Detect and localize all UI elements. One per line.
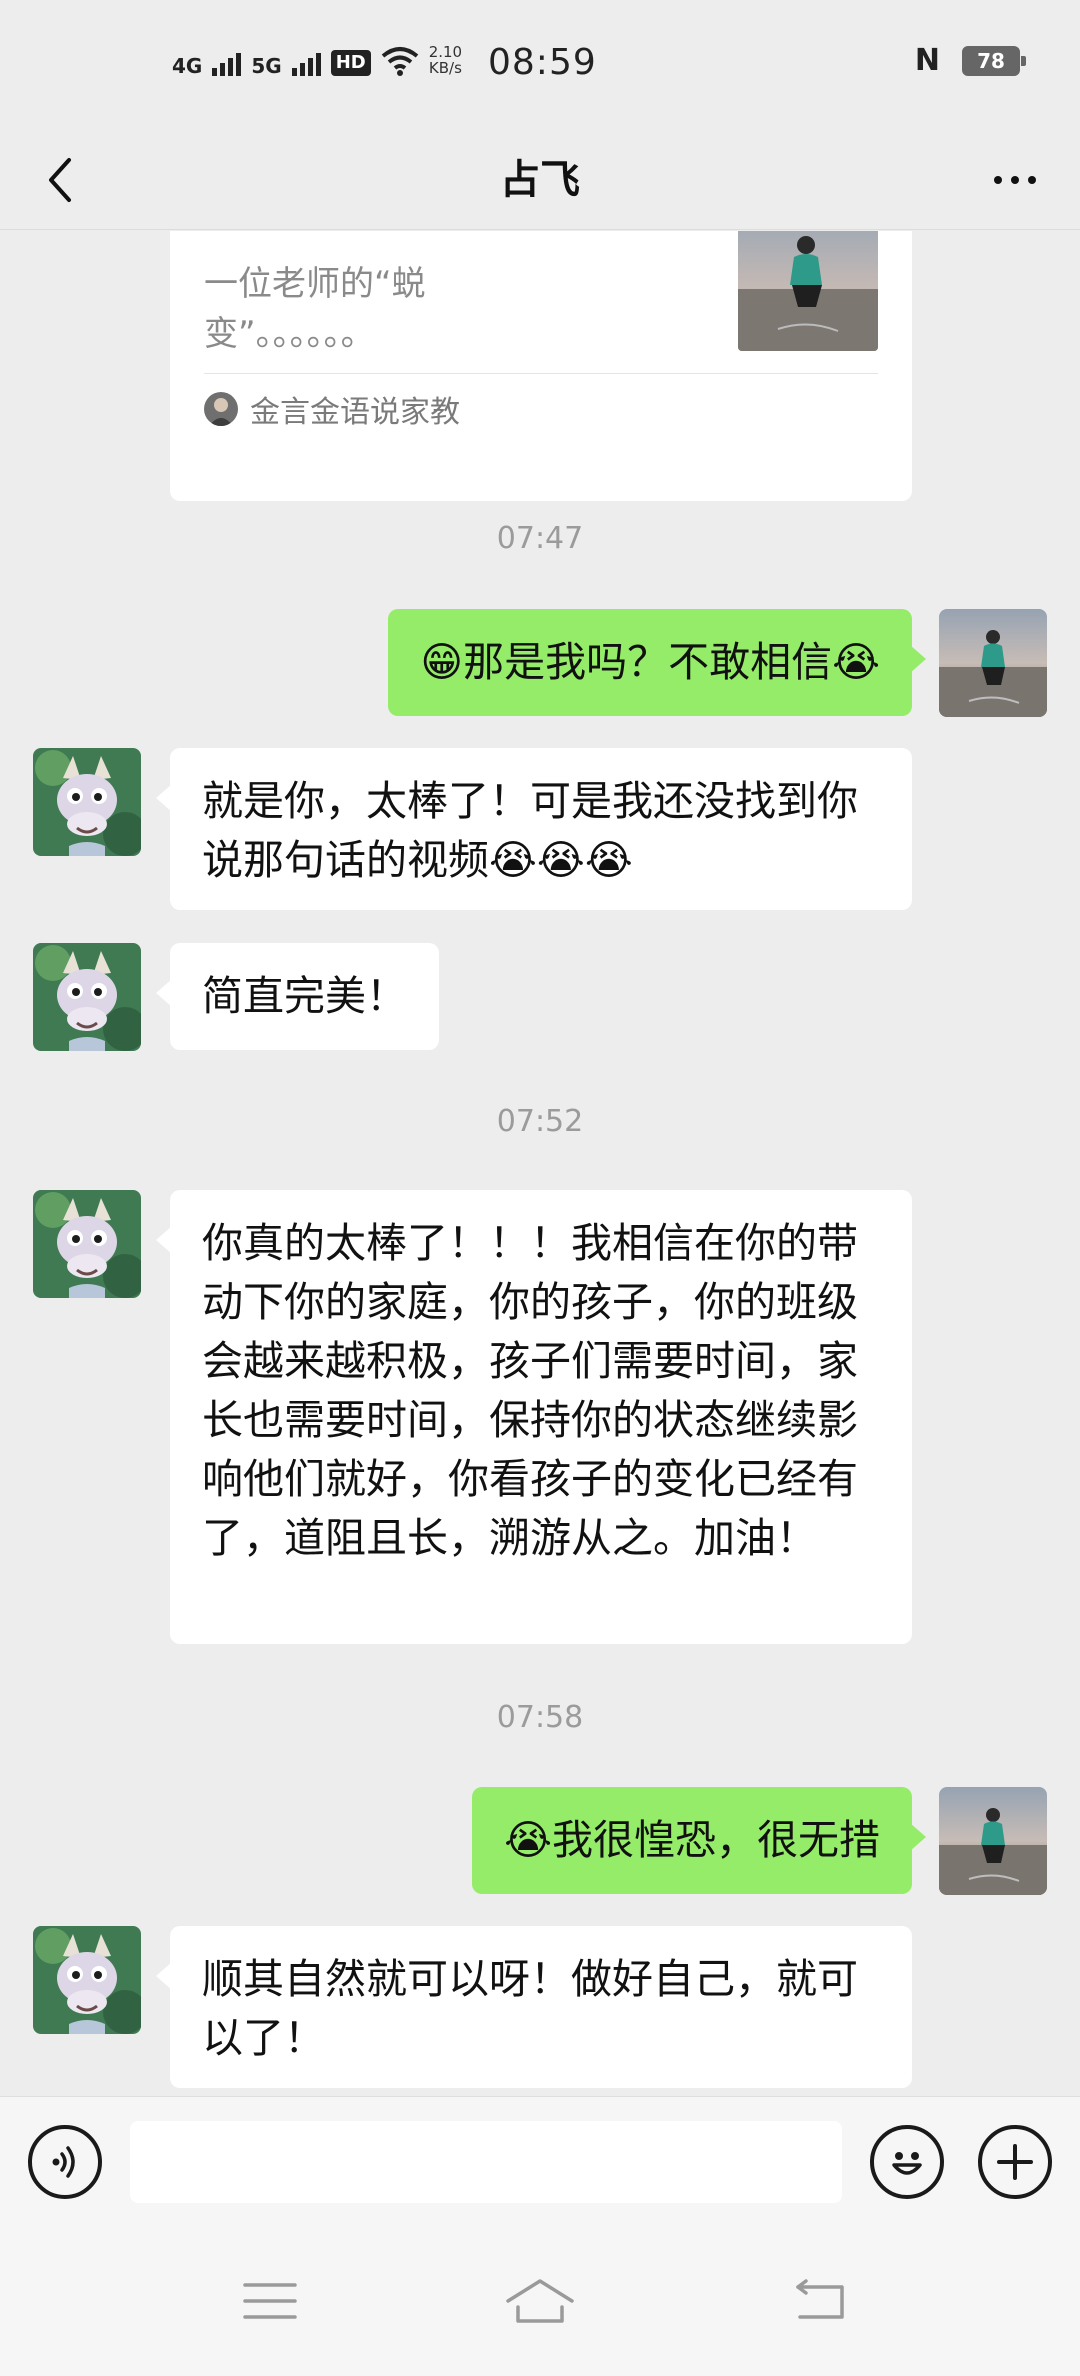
- timestamp: 07:58: [496, 1700, 584, 1735]
- system-navigation: [0, 2226, 1080, 2376]
- incoming-message[interactable]: 就是你，太棒了！可是我还没找到你说那句话的视频😭😭😭: [156, 748, 912, 910]
- incoming-message[interactable]: 顺其自然就可以呀！做好自己，就可以了！: [156, 1926, 912, 2088]
- home-icon[interactable]: [490, 2266, 590, 2336]
- chat-header: 占飞: [0, 130, 1080, 230]
- message-input[interactable]: [130, 2121, 842, 2203]
- input-bar: [0, 2096, 1080, 2226]
- signal-5g-icon: [291, 48, 321, 76]
- status-right: N 78: [914, 43, 1026, 78]
- incoming-message[interactable]: 你真的太棒了！！！我相信在你的带动下你的家庭，你的孩子，你的班级会越来越积极，孩…: [156, 1190, 912, 1644]
- more-dots-icon[interactable]: [980, 150, 1050, 210]
- chat-area[interactable]: 一位老师的“蜕变”。。。。。。 金言金语说家教 07:47 😁那是我吗？不敢相信…: [0, 231, 1080, 2096]
- outgoing-message[interactable]: 😭我很惶恐，很无措: [472, 1787, 926, 1894]
- avatar-self[interactable]: [939, 1787, 1047, 1895]
- back-nav-icon[interactable]: [770, 2266, 870, 2336]
- voice-icon[interactable]: [28, 2125, 102, 2199]
- card-description: 一位老师的“蜕变”。。。。。。: [204, 264, 426, 354]
- network-5g-label: 5G: [251, 54, 282, 78]
- plus-icon[interactable]: [978, 2125, 1052, 2199]
- avatar-contact[interactable]: [33, 943, 141, 1051]
- source-avatar: [204, 392, 238, 426]
- card-source-name: 金言金语说家教: [250, 395, 460, 430]
- menu-icon[interactable]: [220, 2266, 320, 2336]
- timestamp: 07:52: [496, 1104, 584, 1139]
- speed-unit: KB/s: [428, 59, 462, 77]
- shared-article-card[interactable]: 一位老师的“蜕变”。。。。。。 金言金语说家教: [170, 231, 912, 501]
- timestamp: 07:47: [496, 521, 584, 556]
- wifi-icon: [381, 47, 418, 76]
- chat-title: 占飞: [500, 157, 580, 203]
- avatar-contact[interactable]: [33, 1190, 141, 1298]
- card-source: 金言金语说家教: [204, 387, 460, 431]
- outgoing-message[interactable]: 😁那是我吗？不敢相信😭: [388, 609, 926, 716]
- network-4g-label: 4G: [172, 54, 203, 78]
- incoming-message[interactable]: 简直完美！: [156, 943, 439, 1050]
- hd-badge: HD: [330, 50, 371, 76]
- avatar-contact[interactable]: [33, 1926, 141, 2034]
- nfc-icon: N: [914, 43, 940, 78]
- avatar-contact[interactable]: [33, 748, 141, 856]
- network-speed: 2.10 KB/s: [429, 44, 462, 76]
- network-indicators: 4G 5G HD 2.10 KB/s: [172, 44, 462, 76]
- speed-value: 2.10: [428, 43, 463, 61]
- signal-4g-icon: [212, 48, 242, 76]
- card-thumbnail: [738, 231, 878, 351]
- emoji-icon[interactable]: [870, 2125, 944, 2199]
- card-divider: [204, 373, 878, 374]
- battery-icon: 78: [962, 46, 1026, 76]
- avatar-self[interactable]: [939, 609, 1047, 717]
- status-bar: 4G 5G HD 2.10 KB/s 08:59 N 78: [0, 0, 1080, 130]
- clock: 08:59: [488, 42, 597, 83]
